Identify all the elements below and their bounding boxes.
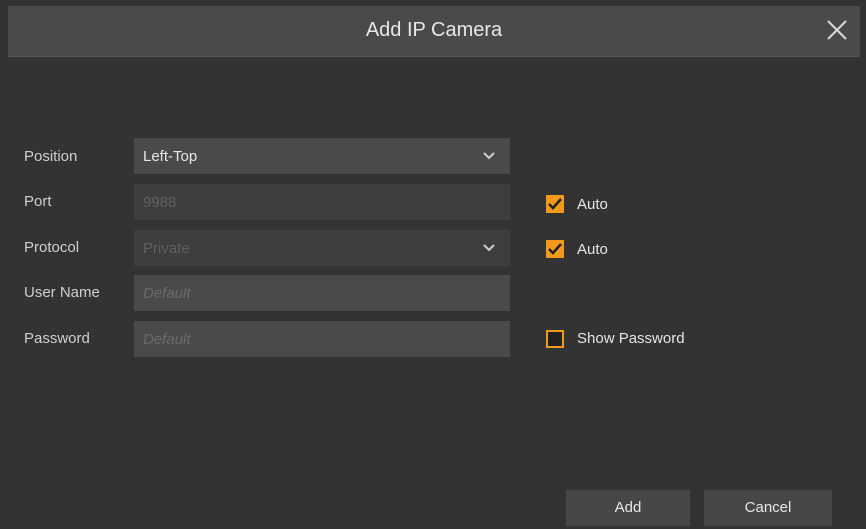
user-name-input[interactable]: [134, 275, 510, 311]
chevron-down-icon: [483, 152, 495, 160]
protocol-auto-label: Auto: [577, 241, 608, 258]
password-label: Password: [24, 330, 90, 347]
close-icon[interactable]: [822, 15, 852, 45]
title-bar: Add IP Camera: [8, 6, 860, 57]
user-name-field[interactable]: [134, 275, 510, 311]
cancel-button[interactable]: Cancel: [704, 490, 832, 526]
protocol-select[interactable]: Private: [134, 230, 510, 266]
protocol-auto-checkbox[interactable]: [546, 240, 564, 258]
checkmark-icon: [548, 198, 562, 210]
port-field[interactable]: 9988: [134, 184, 510, 220]
position-value: Left-Top: [143, 148, 198, 165]
port-value: 9988: [143, 194, 177, 211]
port-auto-label: Auto: [577, 196, 608, 213]
user-name-label: User Name: [24, 284, 100, 301]
checkmark-icon: [548, 243, 562, 255]
password-field[interactable]: [134, 321, 510, 357]
position-label: Position: [24, 148, 78, 165]
add-button[interactable]: Add: [566, 490, 690, 526]
port-label: Port: [24, 193, 52, 210]
chevron-down-icon: [483, 244, 495, 252]
show-password-label: Show Password: [577, 330, 685, 347]
add-ip-camera-dialog: Add IP Camera Position Left-Top Port 998…: [0, 0, 866, 529]
protocol-value: Private: [143, 240, 190, 257]
position-select[interactable]: Left-Top: [134, 138, 510, 174]
port-auto-checkbox[interactable]: [546, 195, 564, 213]
password-input[interactable]: [134, 321, 510, 357]
show-password-checkbox[interactable]: [546, 330, 564, 348]
protocol-label: Protocol: [24, 239, 80, 256]
dialog-title: Add IP Camera: [365, 19, 503, 41]
